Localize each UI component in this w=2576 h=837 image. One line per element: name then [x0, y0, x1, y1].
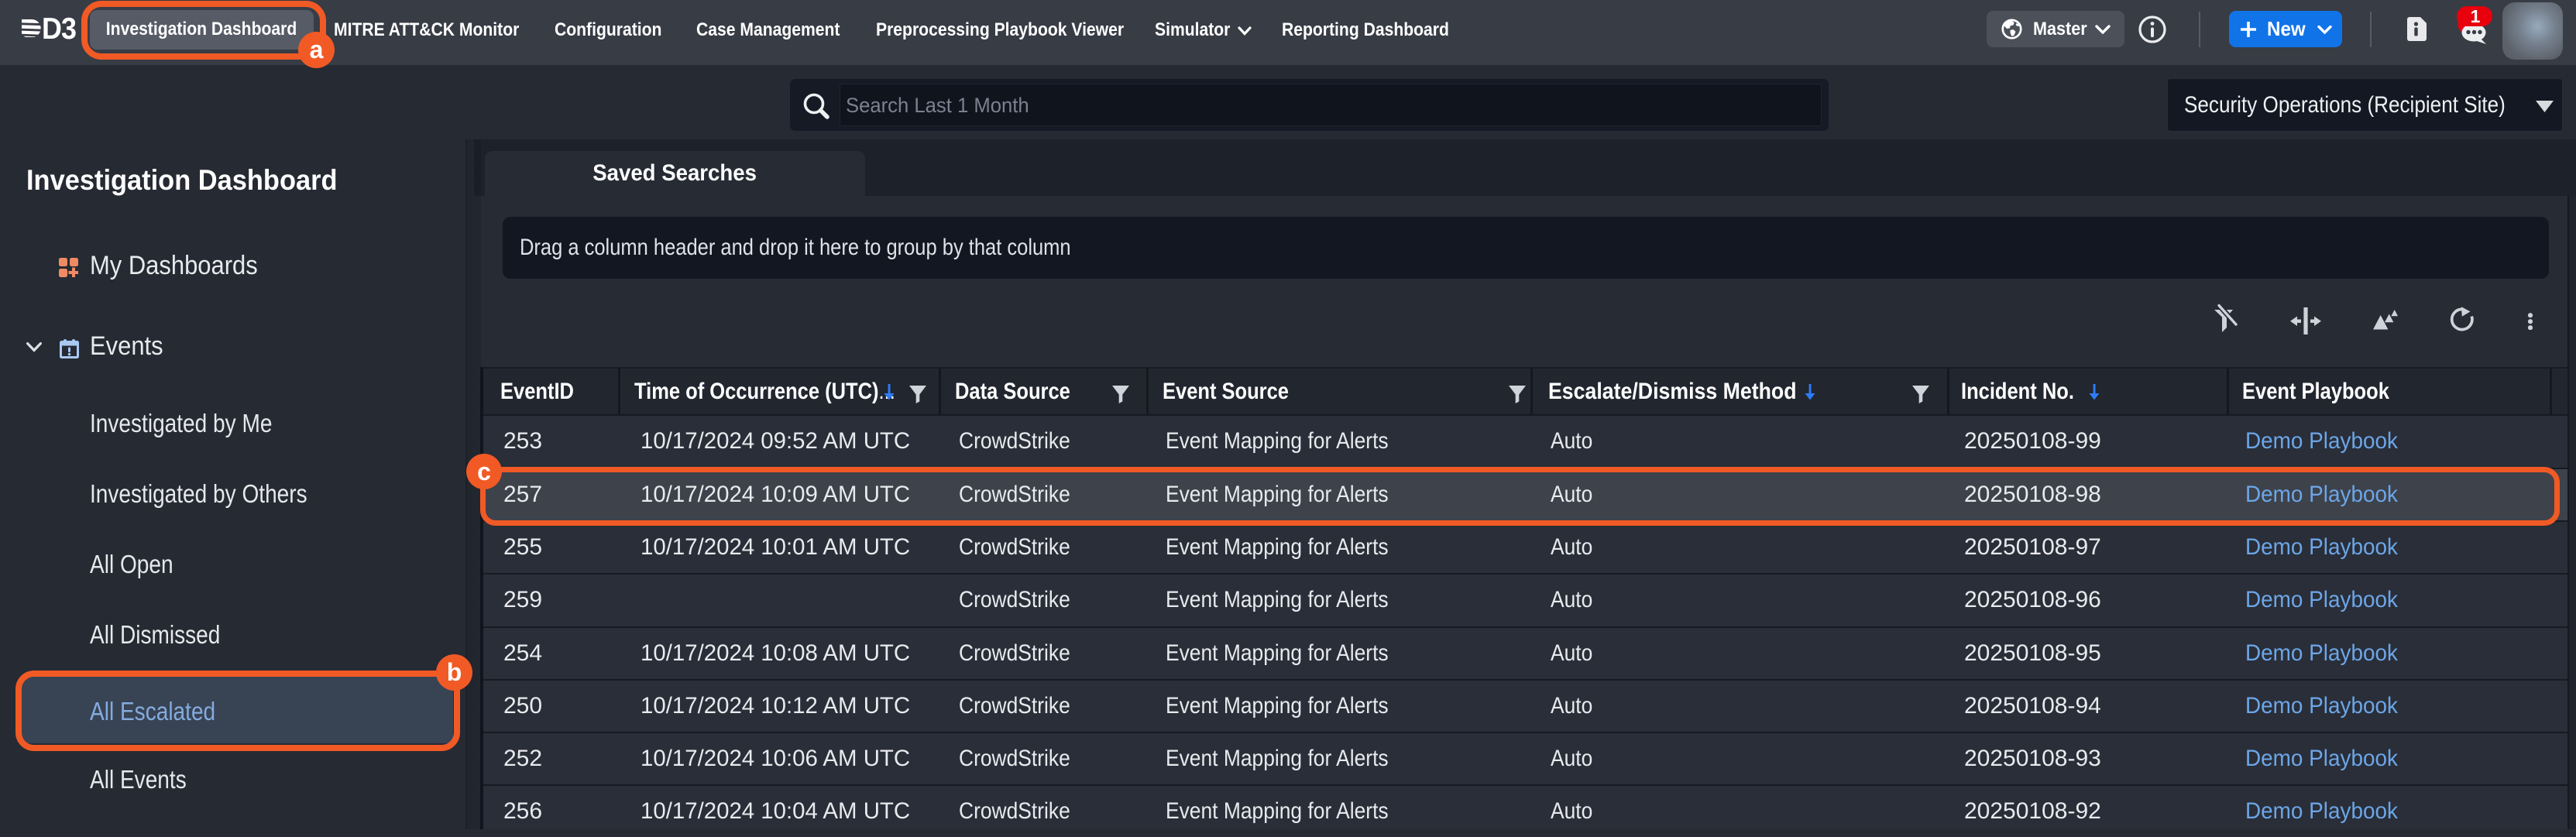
svg-text:1: 1 — [2471, 6, 2481, 26]
